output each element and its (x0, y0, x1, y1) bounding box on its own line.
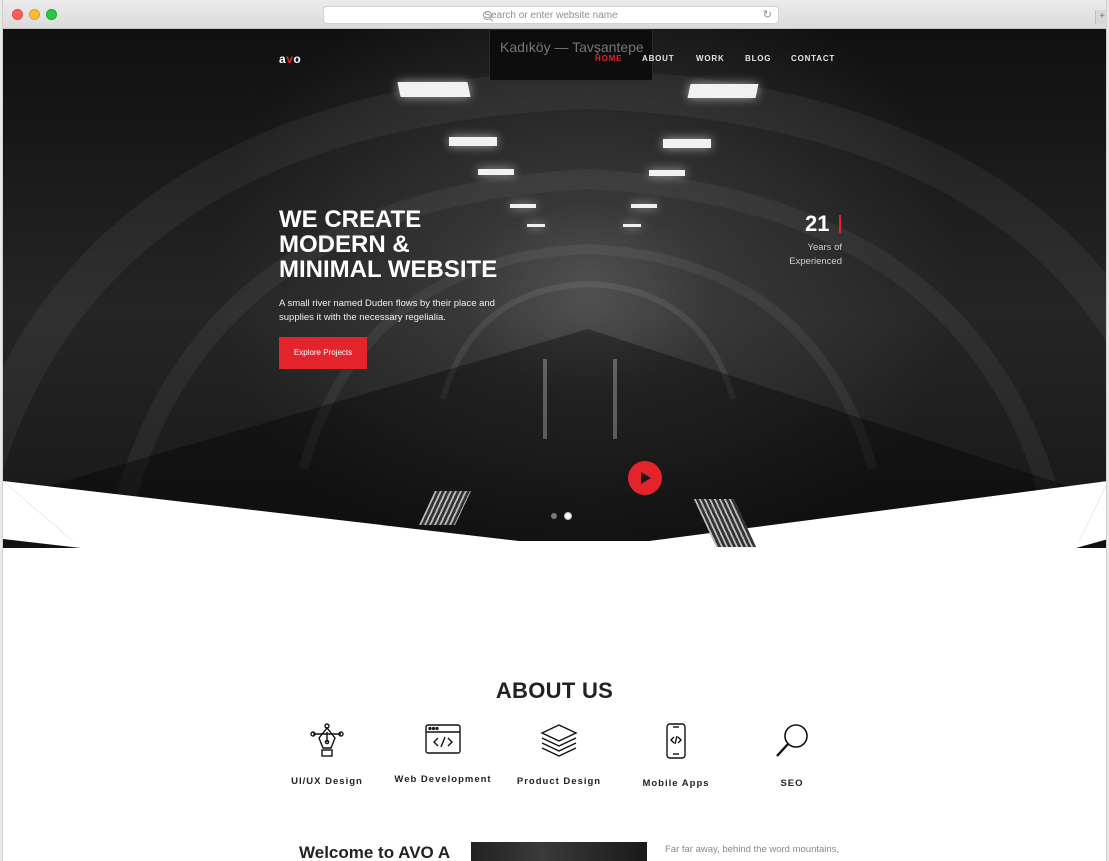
new-tab-button[interactable]: + (1095, 10, 1106, 24)
service-product-design[interactable]: Product Design (504, 722, 614, 787)
close-window-button[interactable] (12, 9, 23, 20)
zoom-window-button[interactable] (46, 9, 57, 20)
code-window-icon (425, 724, 461, 754)
service-label: Mobile Apps (642, 778, 710, 789)
minimize-window-button[interactable] (29, 9, 40, 20)
welcome-paragraph: Far far away, behind the word mountains, (665, 844, 840, 855)
layers-icon (540, 724, 578, 757)
browser-toolbar: Search or enter website name ↻ + (3, 0, 1106, 29)
service-seo[interactable]: SEO (737, 722, 847, 789)
hero-angled-divider (3, 481, 1106, 549)
mobile-code-icon (666, 723, 686, 759)
reload-icon[interactable]: ↻ (763, 10, 772, 21)
hero-section: Kadıköy — Tavşantepe avo HOME ABOUT WORK… (3, 29, 1106, 549)
service-mobile-apps[interactable]: Mobile Apps (621, 722, 731, 789)
service-label: Web Development (394, 774, 492, 785)
pen-tool-icon (310, 723, 344, 757)
slider-dot-1[interactable] (551, 513, 557, 519)
magnifier-icon (776, 724, 808, 757)
service-label: UI/UX Design (291, 776, 363, 787)
welcome-heading: Welcome to AVO A (299, 843, 451, 861)
address-placeholder: Search or enter website name (484, 10, 618, 21)
play-video-button[interactable] (628, 461, 662, 495)
about-section-title: ABOUT US (495, 678, 614, 704)
address-bar[interactable]: Search or enter website name ↻ (323, 6, 779, 24)
service-web-development[interactable]: Web Development (388, 722, 498, 785)
service-label: SEO (780, 778, 804, 789)
service-label: Product Design (516, 776, 602, 787)
welcome-image (471, 842, 647, 861)
browser-window: Search or enter website name ↻ + Kadıköy… (2, 0, 1107, 861)
slider-dot-2[interactable] (564, 512, 572, 520)
service-uiux-design[interactable]: UI/UX Design (272, 722, 382, 787)
